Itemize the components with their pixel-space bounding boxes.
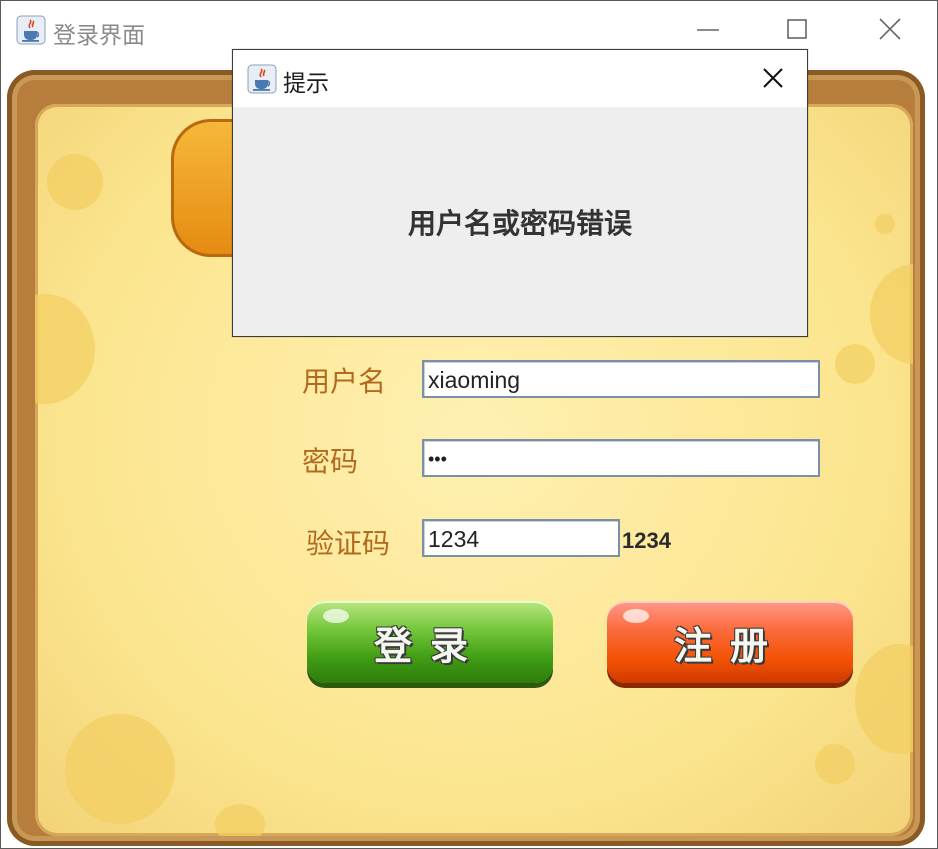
button-shine [623, 609, 649, 623]
username-label: 用户名 [302, 365, 387, 398]
dialog-titlebar[interactable]: 提示 [233, 50, 807, 107]
java-cup-icon [16, 15, 46, 45]
close-icon[interactable] [753, 63, 793, 95]
login-button[interactable]: 登录 [307, 601, 553, 683]
captcha-code: 1234 [622, 528, 671, 553]
captcha-label: 验证码 [306, 527, 391, 560]
maximize-icon[interactable] [774, 13, 820, 47]
decor-spot [835, 344, 875, 384]
login-window: 登录界面 用户名 xiaoming 密码 ••• 验证码 1234 1234 登… [0, 0, 938, 849]
decor-spot [815, 744, 855, 784]
decor-spot [855, 644, 913, 754]
window-title: 登录界面 [53, 23, 145, 49]
message-dialog: 提示 用户名或密码错误 [232, 49, 808, 337]
decor-spot [870, 264, 913, 364]
decor-spot [65, 714, 175, 824]
register-button[interactable]: 注册 [607, 601, 853, 683]
minimize-icon[interactable] [685, 13, 731, 47]
decor-spot [215, 804, 265, 836]
dialog-title: 提示 [283, 71, 329, 97]
captcha-input[interactable]: 1234 [422, 519, 620, 557]
login-button-label: 登录 [373, 623, 486, 668]
decor-spot [47, 154, 103, 210]
decor-spot [875, 214, 895, 234]
button-shine [323, 609, 349, 623]
username-input[interactable]: xiaoming [422, 360, 820, 398]
close-icon[interactable] [867, 13, 913, 47]
dialog-message: 用户名或密码错误 [407, 207, 632, 240]
java-cup-icon [247, 64, 277, 94]
password-input[interactable]: ••• [422, 439, 820, 477]
register-button-label: 注册 [673, 623, 786, 668]
decor-spot [35, 294, 95, 404]
password-label: 密码 [302, 445, 359, 478]
